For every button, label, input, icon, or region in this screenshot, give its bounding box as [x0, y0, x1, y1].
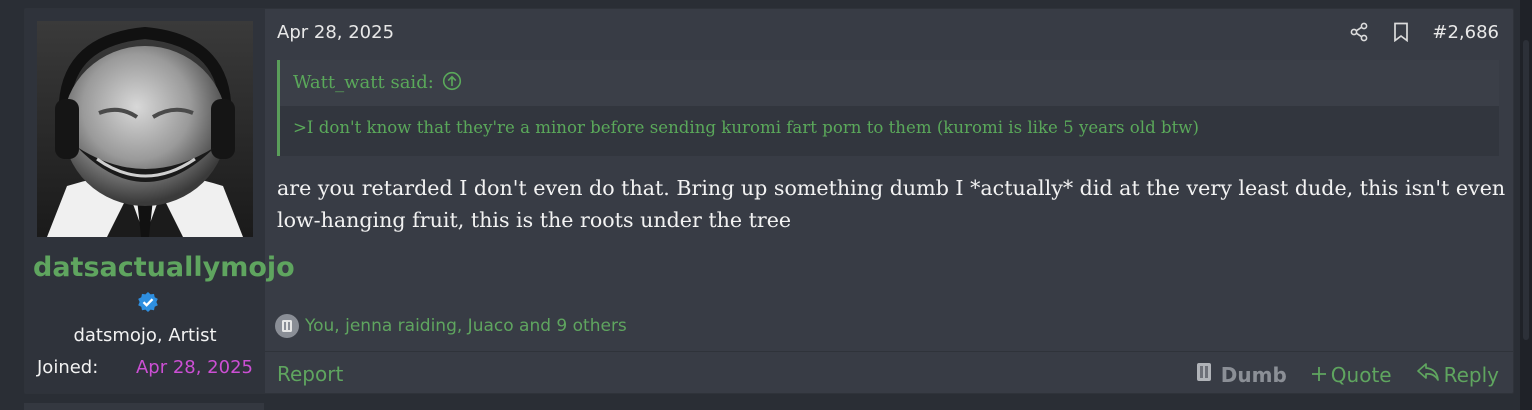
- verified-check-icon: [136, 288, 160, 325]
- joined-label: Joined:: [37, 357, 99, 378]
- quote-label: Quote: [1330, 362, 1392, 387]
- dumb-icon: [1194, 360, 1216, 389]
- report-link[interactable]: Report: [277, 362, 343, 386]
- plus-icon: [1311, 363, 1327, 387]
- share-icon[interactable]: [1348, 21, 1370, 43]
- reactions-summary[interactable]: You, jenna raiding, Juaco and 9 others: [305, 316, 627, 336]
- dumb-label: Dumb: [1220, 362, 1287, 387]
- post-main: Apr 28, 2025 #2,686 Watt_watt said: >I d…: [265, 9, 1513, 393]
- arrow-up-circle-icon[interactable]: [442, 63, 462, 109]
- reply-arrow-icon: [1416, 362, 1440, 387]
- username[interactable]: datsactuallymojo: [33, 249, 295, 325]
- user-title: datsmojo, Artist: [73, 325, 217, 346]
- quote-attribution[interactable]: Watt_watt said:: [280, 60, 1499, 106]
- username-text[interactable]: datsactuallymojo: [33, 252, 295, 283]
- avatar[interactable]: [37, 21, 253, 237]
- post-body: are you retarded I don't even do that. B…: [277, 176, 1506, 232]
- joined-date: Apr 28, 2025: [135, 357, 253, 378]
- reply-label: Reply: [1443, 362, 1499, 387]
- post-header-actions: #2,686: [1348, 21, 1499, 43]
- bookmark-icon[interactable]: [1390, 21, 1412, 43]
- next-post-edge: [24, 403, 264, 410]
- reply-button[interactable]: Reply: [1416, 362, 1499, 387]
- reactions-bar[interactable]: You, jenna raiding, Juaco and 9 others: [275, 314, 627, 338]
- post-date[interactable]: Apr 28, 2025: [277, 22, 394, 43]
- footer-actions: Dumb Quote Reply: [1194, 360, 1499, 389]
- quote-text: >I don't know that they're a minor befor…: [293, 118, 1199, 137]
- forum-post: datsactuallymojo datsmojo, Artist Joined…: [24, 8, 1514, 394]
- quote-attribution-text[interactable]: Watt_watt said:: [293, 72, 434, 93]
- quoted-message: Watt_watt said: >I don't know that they'…: [277, 60, 1499, 156]
- page-scrollbar[interactable]: [1520, 0, 1532, 410]
- post-number[interactable]: #2,686: [1432, 22, 1499, 43]
- post-footer: Report Dumb Quote Reply: [265, 351, 1513, 393]
- dumb-reaction-icon: [275, 314, 299, 338]
- post-author-panel: datsactuallymojo datsmojo, Artist Joined…: [25, 9, 295, 393]
- scrollbar-thumb[interactable]: [1523, 40, 1529, 340]
- avatar-image: [37, 21, 253, 237]
- dumb-reaction-button[interactable]: Dumb: [1194, 360, 1287, 389]
- quote-button[interactable]: Quote: [1311, 363, 1392, 387]
